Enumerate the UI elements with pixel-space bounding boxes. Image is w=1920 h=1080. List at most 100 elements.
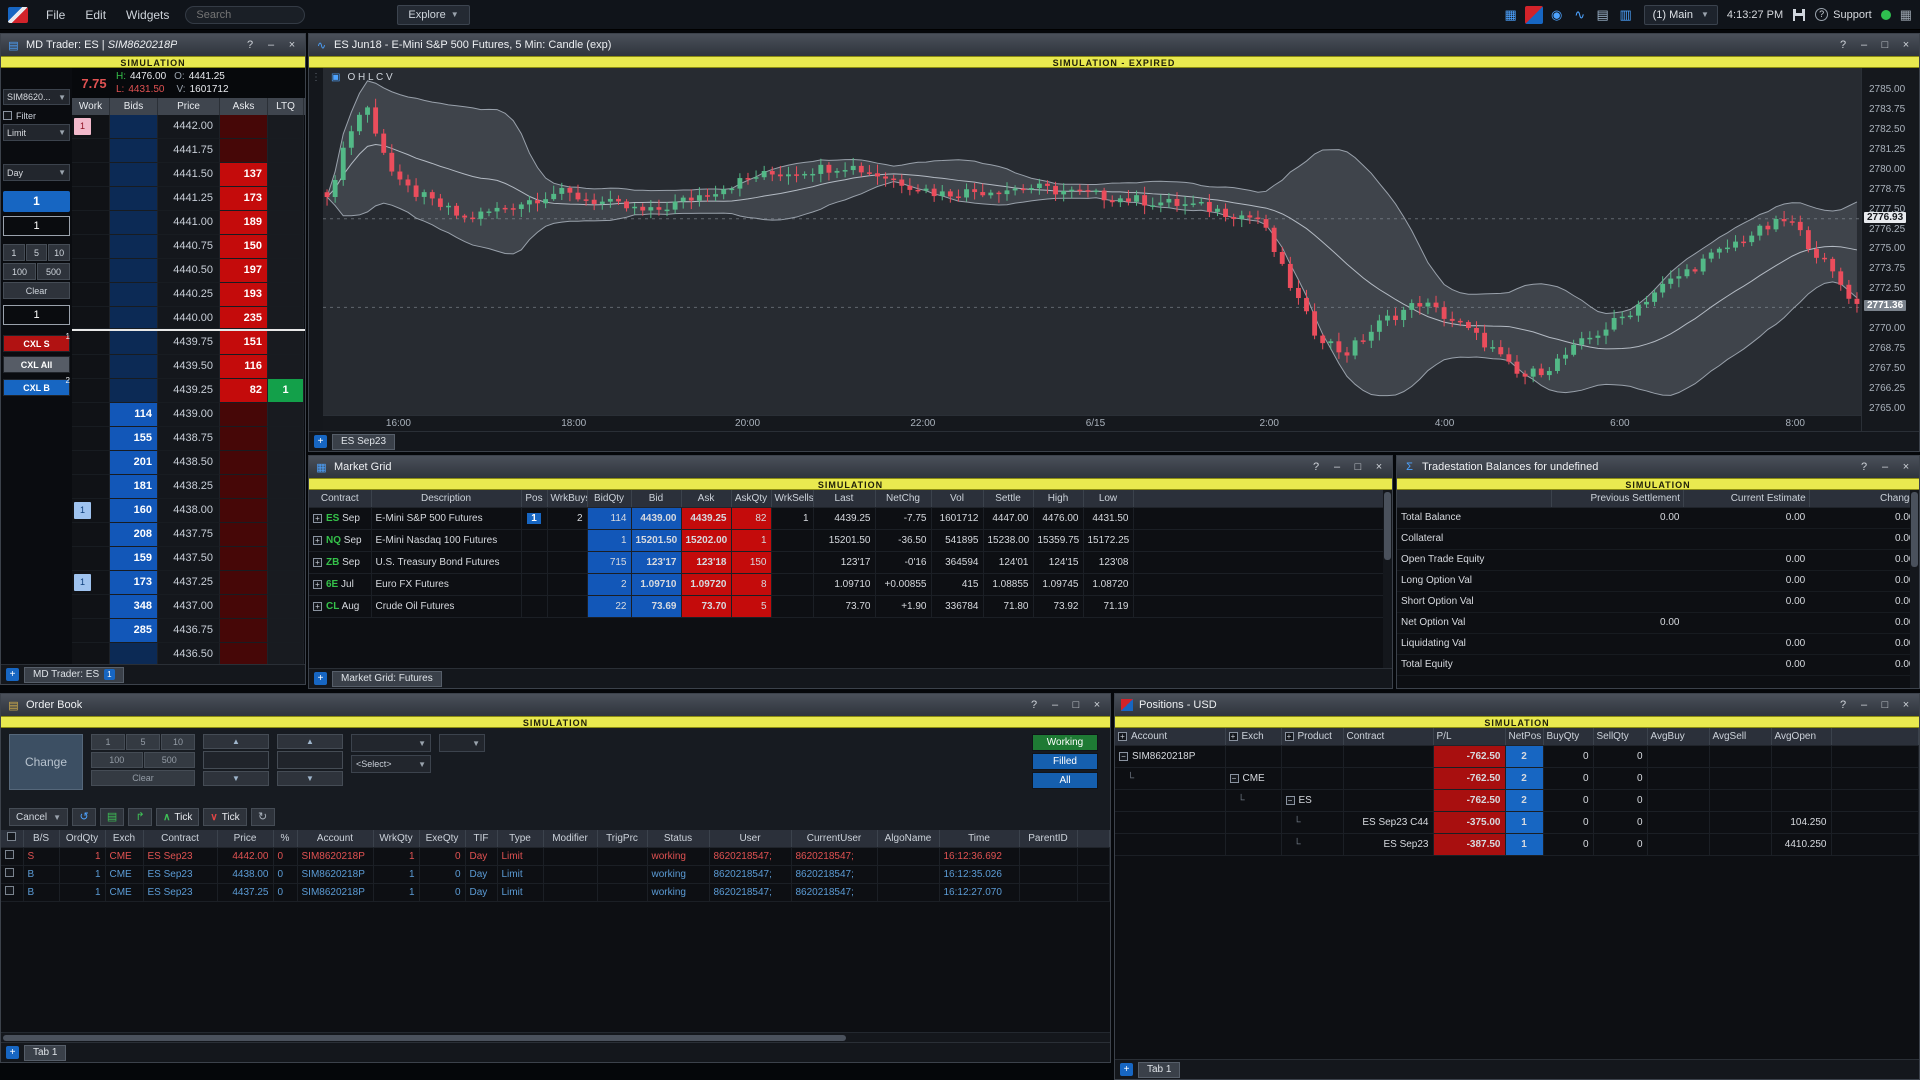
ask-cell[interactable] [220,523,268,547]
bid-cell[interactable] [110,163,158,187]
workspace-selector[interactable]: (1) Main ▼ [1644,5,1718,25]
column-header-ordqty[interactable]: OrdQty [59,830,105,847]
work-cell[interactable] [72,307,110,329]
add-tab-button[interactable]: + [1120,1063,1133,1076]
menu-item-file[interactable]: File [36,0,75,30]
ask-cell[interactable] [220,643,268,664]
bid-cell[interactable]: 73.69 [631,595,681,617]
maximize-button[interactable]: □ [1878,39,1892,51]
position-row[interactable]: └ES Sep23-387.501004410.250 [1115,833,1919,855]
work-cell[interactable] [72,619,110,643]
ask-cell[interactable]: 123'18 [681,551,731,573]
column-header-filler[interactable] [1831,728,1919,745]
bid-cell[interactable] [110,187,158,211]
column-header-modifier[interactable]: Modifier [543,830,597,847]
minimize-button[interactable]: – [1878,461,1892,473]
refresh-icon[interactable]: ↻ [251,808,275,826]
bid-cell[interactable] [110,211,158,235]
bid-cell[interactable]: 114 [110,403,158,427]
bid-cell[interactable]: 159 [110,547,158,571]
bid-cell[interactable]: 181 [110,475,158,499]
expand-icon[interactable]: + [313,558,322,567]
tick-up-button[interactable]: ∧ Tick [156,808,199,826]
ask-cell[interactable] [220,403,268,427]
ask-cell[interactable]: 82 [220,379,268,403]
tab-market-grid-futures[interactable]: Market Grid: Futures [332,671,442,687]
order-row[interactable]: B1CMEES Sep234438.000SIM8620218P10DayLim… [1,865,1110,883]
position-row[interactable]: −SIM8620218P-762.50200 [1115,745,1919,767]
qty-preset-1[interactable]: 1 [3,244,25,261]
support-button[interactable]: ? Support [1815,8,1872,21]
search-input[interactable] [185,6,305,24]
balances-titlebar[interactable]: Σ Tradestation Balances for undefined ? … [1397,456,1919,478]
quantity-field[interactable] [3,216,70,236]
price-field[interactable] [277,751,343,769]
column-header-exeqty[interactable]: ExeQty [419,830,465,847]
bid-cell[interactable] [110,283,158,307]
bid-cell[interactable] [110,643,158,664]
account-select[interactable]: <Select>▼ [351,755,431,773]
column-header-filler[interactable] [1133,490,1392,507]
bid-cell[interactable]: 4439.00 [631,507,681,529]
clear-quantity-button[interactable]: Clear [3,282,70,299]
bid-cell[interactable] [110,307,158,329]
column-header-account[interactable]: Account [297,830,373,847]
ask-cell[interactable]: 15202.00 [681,529,731,551]
price-axis[interactable]: 2785.002783.752782.502781.252780.002778.… [1861,68,1919,431]
ask-cell[interactable]: 4439.25 [681,507,731,529]
price-cell[interactable]: 4440.00 [158,307,220,329]
clear-quantity-button[interactable]: Clear [91,770,195,786]
help-button[interactable]: ? [1857,461,1871,473]
column-header-Pos[interactable]: Pos [521,490,547,507]
work-cell[interactable] [72,187,110,211]
maximize-button[interactable]: □ [1878,699,1892,711]
bid-cell[interactable] [110,331,158,355]
work-cell[interactable] [72,403,110,427]
column-header-product[interactable]: +Product [1281,728,1343,745]
tif-select[interactable]: Day▼ [3,164,70,181]
column-header-select[interactable] [1,830,23,847]
price-cell[interactable]: 4442.00 [158,115,220,139]
qty-preset-5[interactable]: 5 [26,244,48,261]
close-button[interactable]: × [1090,699,1104,711]
tab-1[interactable]: Tab 1 [1138,1062,1180,1078]
ask-cell[interactable] [220,619,268,643]
column-header-b-s[interactable]: B/S [23,830,59,847]
apps-grid-icon[interactable]: ▦ [1502,6,1520,24]
column-header-Last[interactable]: Last [813,490,875,507]
positions-titlebar[interactable]: Positions - USD ? – □ × [1115,694,1919,716]
chart-toolbar-handle[interactable]: ⋮ [309,68,323,431]
calendar-icon[interactable]: ▤ [1594,6,1612,24]
price-cell[interactable]: 4441.00 [158,211,220,235]
minimize-button[interactable]: – [1857,699,1871,711]
work-cell[interactable] [72,139,110,163]
work-cell[interactable] [72,595,110,619]
column-header-BidQty[interactable]: BidQty [587,490,631,507]
column-header-avgsell[interactable]: AvgSell [1709,728,1771,745]
column-header-currentuser[interactable]: CurrentUser [791,830,877,847]
ask-cell[interactable]: 1.09720 [681,573,731,595]
work-cell[interactable] [72,235,110,259]
market-grid-row-cl[interactable]: +CL AugCrude Oil Futures2273.6973.70573.… [309,595,1392,617]
column-header-current-estimate[interactable]: Current Estimate [1684,490,1810,507]
candlestick-chart[interactable]: ▣ O H L C V [323,68,1861,415]
row-checkbox[interactable] [5,868,14,877]
qty-preset-5[interactable]: 5 [126,734,160,750]
collapse-icon[interactable]: − [1230,774,1239,783]
order-book-titlebar[interactable]: ▤ Order Book ? – □ × [1,694,1110,716]
save-icon[interactable] [1792,8,1806,22]
columns-icon[interactable]: ▥ [1617,6,1635,24]
column-header-Contract[interactable]: Contract [309,490,371,507]
filter-working-button[interactable]: Working [1032,734,1098,751]
ask-cell[interactable] [220,451,268,475]
ask-cell[interactable]: 193 [220,283,268,307]
work-cell[interactable] [72,331,110,355]
layout-grid-icon[interactable]: ▦ [1900,7,1912,23]
ask-cell[interactable]: 73.70 [681,595,731,617]
price-cell[interactable]: 4439.25 [158,379,220,403]
tab-es-sep23[interactable]: ES Sep23 [332,434,395,450]
help-button[interactable]: ? [1309,461,1323,473]
cancel-all-button[interactable]: CXL All [3,356,70,373]
bid-cell[interactable]: 15201.50 [631,529,681,551]
column-header-filler[interactable] [1077,830,1110,847]
